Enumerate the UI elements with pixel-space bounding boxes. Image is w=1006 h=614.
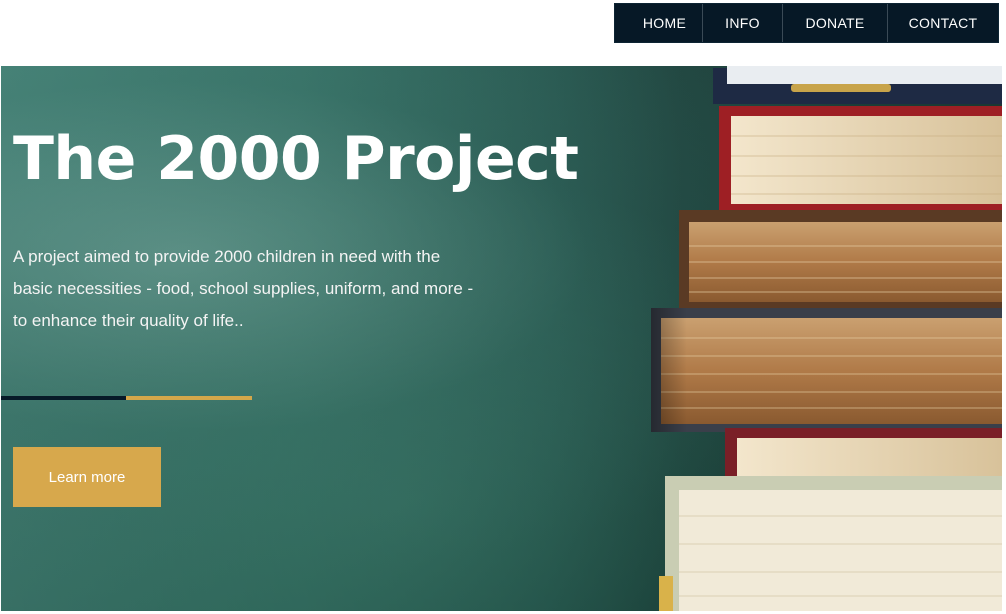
hero-description: A project aimed to provide 2000 children… — [13, 247, 474, 330]
nav-info-link[interactable]: INFO — [703, 4, 783, 42]
hero-banner: The 2000 Project A project aimed to prov… — [1, 66, 1002, 611]
nav-home-link[interactable]: HOME — [615, 4, 703, 42]
main-nav: HOME INFO DONATE CONTACT — [614, 3, 999, 43]
nav-donate-link[interactable]: DONATE — [783, 4, 888, 42]
hero-divider-gold — [126, 396, 252, 400]
learn-more-button[interactable]: Learn more — [13, 447, 161, 507]
hero-title: The 2000 Project — [13, 124, 579, 194]
hero-divider-dark — [1, 396, 126, 400]
nav-contact-link[interactable]: CONTACT — [888, 4, 998, 42]
book-stack-image — [651, 66, 1002, 611]
